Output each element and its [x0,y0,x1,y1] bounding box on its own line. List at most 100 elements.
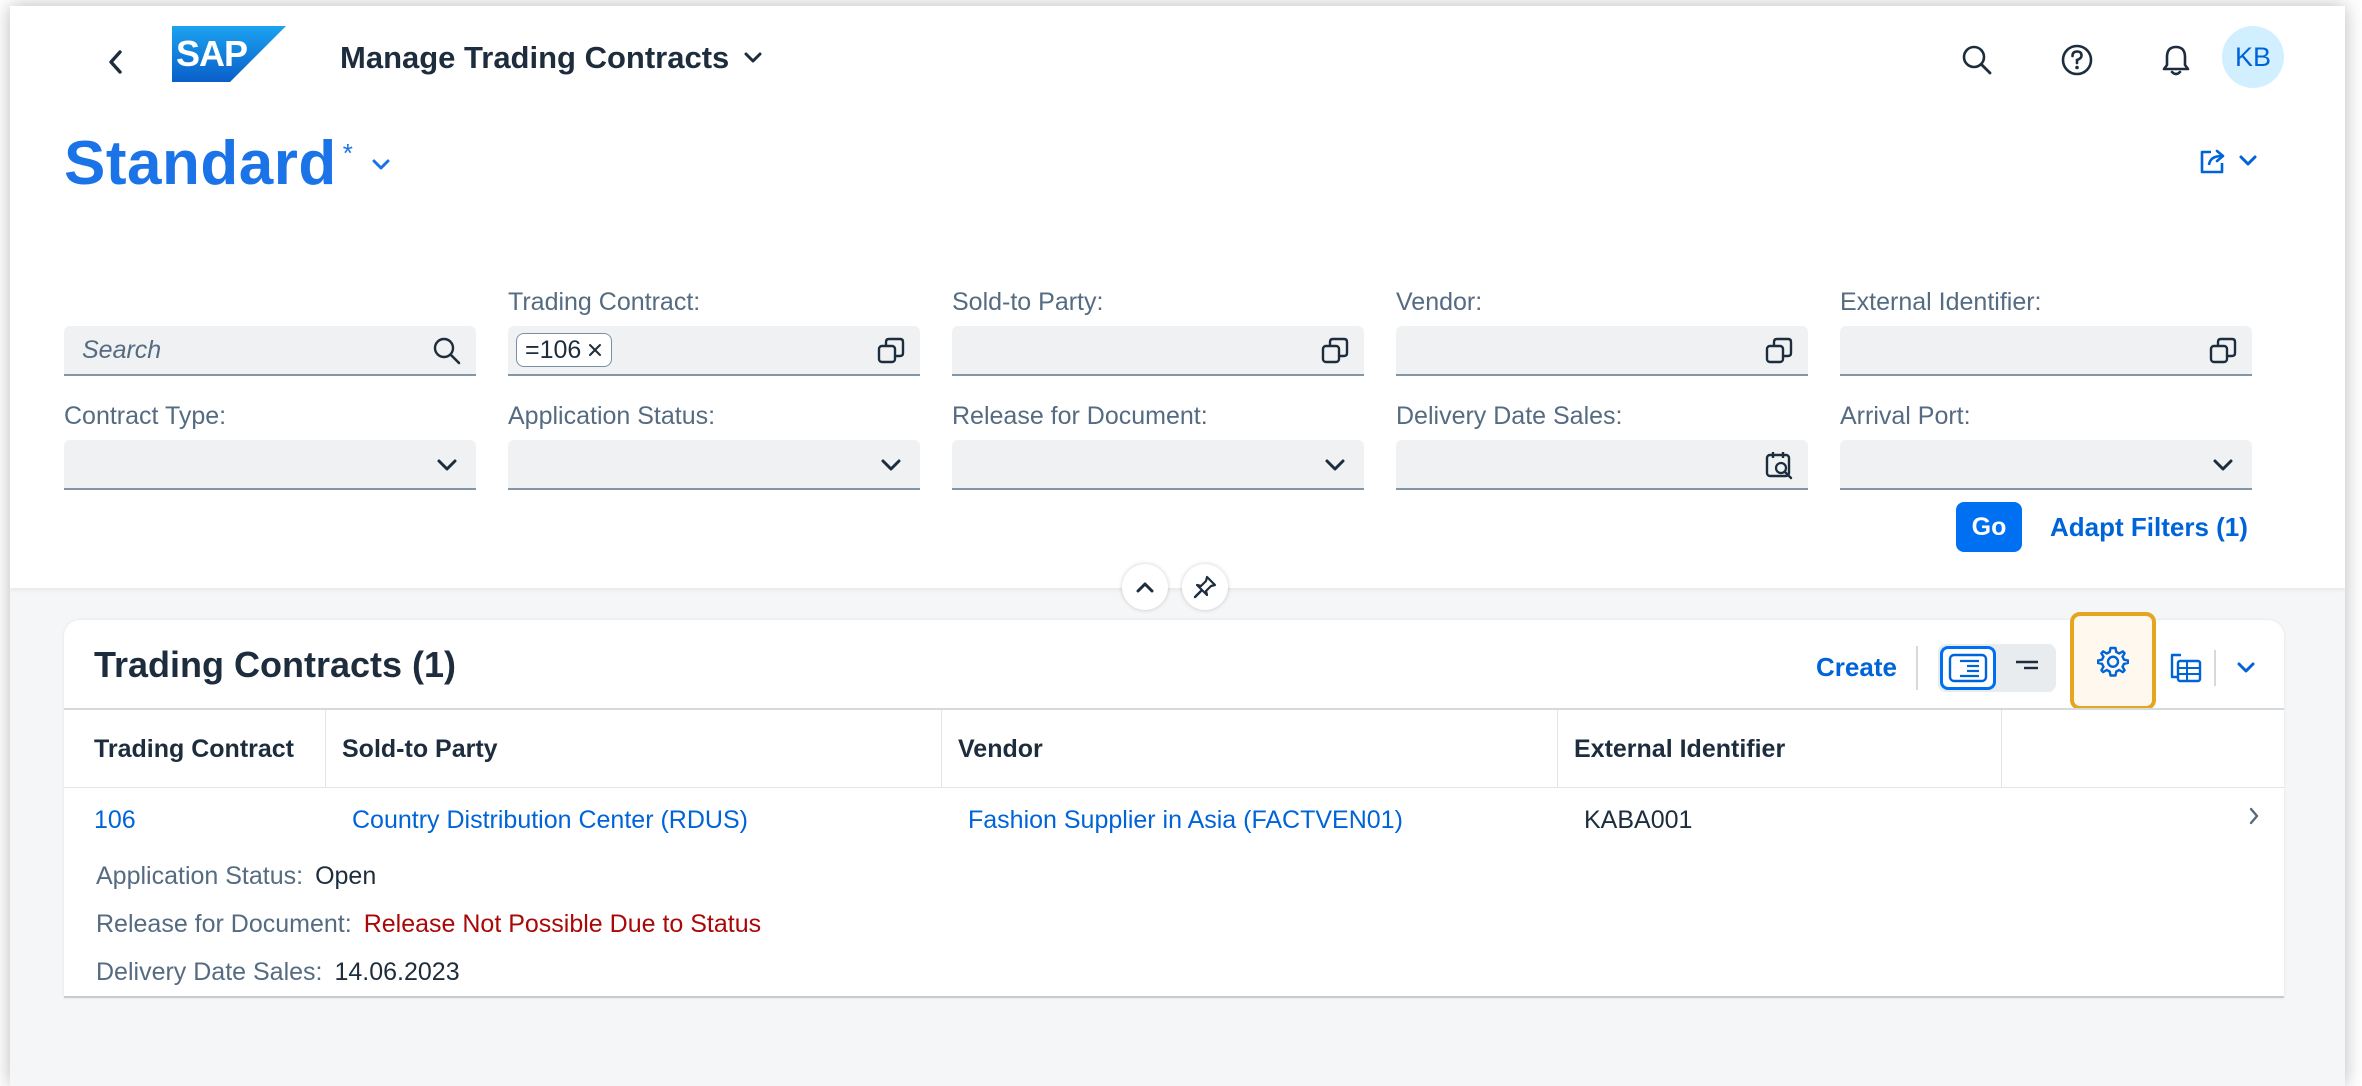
trading-contract-input[interactable]: =106 [508,326,920,376]
chevron-down-icon [744,52,762,63]
pin-header-button[interactable] [1182,564,1228,610]
help-button[interactable] [2053,36,2101,84]
value-help-icon[interactable] [2208,336,2238,366]
create-button[interactable]: Create [1816,652,1897,683]
variant-management[interactable]: Standard * [64,128,391,199]
filter-label: External Identifier: [1840,288,2042,316]
show-details-icon [1948,653,1988,683]
detail-value: 14.06.2023 [334,958,460,986]
view-toggle [1938,644,2056,692]
search-input[interactable]: Search [64,326,476,376]
sap-logo[interactable]: SAP [172,26,286,82]
chevron-down-icon[interactable] [2208,450,2238,480]
delivery-date-sales-input[interactable] [1396,440,1808,490]
value-help-icon[interactable] [876,336,906,366]
detail-value: Open [315,862,377,890]
filter-delivery-date-sales: Delivery Date Sales: [1396,402,1808,490]
filter-label: Sold-to Party: [952,288,1104,316]
value-help-icon[interactable] [1764,336,1794,366]
go-button[interactable]: Go [1956,502,2022,552]
table-title: Trading Contracts (1) [94,644,457,685]
chevron-down-icon[interactable] [1320,450,1350,480]
sold-to-party-input[interactable] [952,326,1364,376]
arrival-port-select[interactable] [1840,440,2252,490]
detail-release-for-document: Release for Document: Release Not Possibl… [96,910,761,939]
chevron-down-icon [372,159,390,170]
filter-contract-type: Contract Type: [64,402,476,490]
filter-label: Vendor: [1396,288,1483,316]
external-identifier-value: KABA001 [1584,806,1693,834]
filter-label: Arrival Port: [1840,402,1971,430]
table-bottom-border [64,996,2284,998]
column-header-trading-contract[interactable]: Trading Contract [64,710,326,788]
detail-delivery-date-sales: Delivery Date Sales: 14.06.2023 [96,958,460,987]
app-title: Manage Trading Contracts [340,40,730,75]
pin-icon [1193,575,1217,599]
close-icon[interactable] [587,342,603,358]
detail-value-error: Release Not Possible Due to Status [363,910,762,938]
application-status-select[interactable] [508,440,920,490]
sold-to-party-link[interactable]: Country Distribution Center (RDUS) [352,806,748,835]
chevron-down-icon[interactable] [432,450,462,480]
filter-token[interactable]: =106 [516,333,613,367]
chevron-left-icon [109,50,122,74]
detail-application-status: Application Status: Open [96,862,376,891]
toolbar-separator [1916,646,1918,690]
filter-external-identifier: External Identifier: [1840,288,2252,376]
filter-label: Delivery Date Sales: [1396,402,1623,430]
filter-sold-to-party: Sold-to Party: [952,288,1364,376]
page-header: SAP Manage Trading Contracts KB Standard… [10,6,2345,588]
toolbar-separator [2214,650,2216,686]
filter-label: Release for Document: [952,402,1208,430]
chevron-down-icon[interactable] [876,450,906,480]
release-for-document-select[interactable] [952,440,1364,490]
filter-trading-contract: Trading Contract: =106 [508,288,920,376]
filter-label: Trading Contract: [508,288,701,316]
compact-view-toggle[interactable] [2000,646,2054,690]
variant-title: Standard [64,129,337,198]
collapse-header-button[interactable] [1122,564,1168,610]
share-icon [2200,149,2225,174]
filter-release-for-document: Release for Document: [952,402,1364,490]
user-avatar[interactable]: KB [2222,26,2284,88]
chevron-down-icon [2239,155,2257,166]
trading-contract-link[interactable]: 106 [94,806,136,835]
vendor-input[interactable] [1396,326,1808,376]
external-identifier-input[interactable] [1840,326,2252,376]
back-button[interactable] [96,42,136,82]
column-header-vendor[interactable]: Vendor [942,710,1558,788]
token-text: =106 [525,335,582,364]
filter-vendor: Vendor: [1396,288,1808,376]
filter-application-status: Application Status: [508,402,920,490]
detail-label: Delivery Date Sales: [96,958,323,986]
detail-label: Release for Document: [96,910,352,938]
search-button[interactable] [1953,36,2001,84]
app-title-menu[interactable]: Manage Trading Contracts [340,40,763,76]
value-help-icon[interactable] [1320,336,1350,366]
notifications-button[interactable] [2152,36,2200,84]
search-icon [1962,45,1992,75]
column-header-sold-to-party[interactable]: Sold-to Party [326,710,942,788]
navigation-chevron-icon[interactable] [2246,804,2262,833]
share-button[interactable] [2198,146,2258,176]
adapt-filters-button[interactable]: Adapt Filters (1) [2050,512,2248,543]
vendor-link[interactable]: Fashion Supplier in Asia (FACTVEN01) [968,806,1403,835]
gear-icon [2097,646,2129,677]
hide-details-icon [2016,660,2038,670]
table-settings-button[interactable] [2070,612,2156,710]
contract-type-select[interactable] [64,440,476,490]
search-placeholder: Search [82,335,162,364]
export-button[interactable] [2166,648,2206,688]
table-header: Trading Contract Sold-to Party Vendor Ex… [64,708,2284,788]
filter-label: Application Status: [508,402,716,430]
chevron-down-icon [2237,662,2255,673]
calendar-icon[interactable] [1764,450,1794,480]
filter-label: Contract Type: [64,402,227,430]
search-icon[interactable] [432,336,462,366]
app-window: SAP Manage Trading Contracts KB Standard… [10,6,2345,1086]
trading-contracts-table: Trading Contracts (1) Create Trading Con… [64,612,2284,998]
help-icon [2061,44,2093,76]
column-header-external-identifier[interactable]: External Identifier [1558,710,2002,788]
export-menu-button[interactable] [2226,648,2266,688]
detail-view-toggle[interactable] [1940,646,1996,690]
